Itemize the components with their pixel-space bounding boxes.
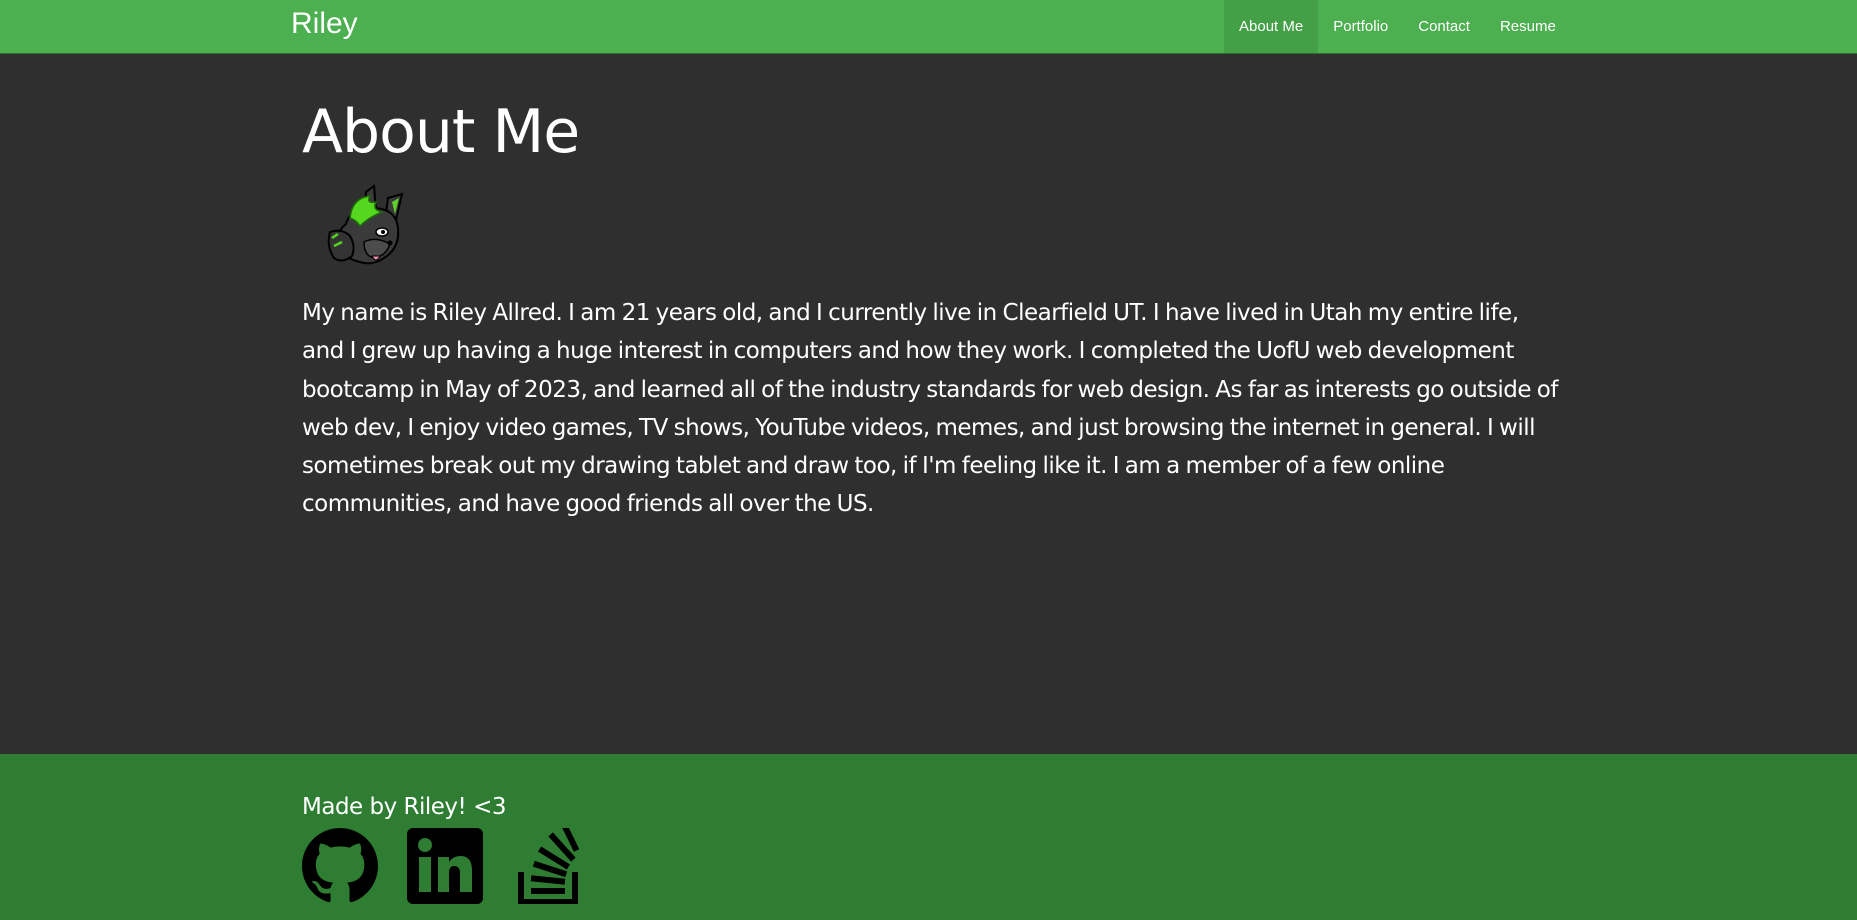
linkedin-icon[interactable]	[407, 828, 483, 904]
stackoverflow-icon[interactable]	[517, 828, 581, 904]
nav-portfolio[interactable]: Portfolio	[1318, 0, 1403, 53]
brand-link[interactable]: Riley	[291, 6, 358, 42]
page-title: About Me	[302, 97, 580, 167]
nav-links: About Me Portfolio Contact Resume	[1224, 0, 1571, 53]
bio-paragraph: My name is Riley Allred. I am 21 years o…	[302, 300, 1558, 518]
wolf-avatar-icon	[327, 184, 404, 265]
nav-resume[interactable]: Resume	[1485, 0, 1571, 53]
github-icon[interactable]	[302, 828, 378, 904]
nav-contact[interactable]: Contact	[1403, 0, 1485, 53]
footer-text: Made by Riley! <3	[302, 794, 506, 820]
navbar: Riley About Me Portfolio Contact Resume	[0, 0, 1857, 54]
footer: Made by Riley! <3	[0, 754, 1857, 920]
main-content: About Me My name is Riley Allred. I am 2…	[302, 90, 1562, 524]
nav-about-me[interactable]: About Me	[1224, 0, 1319, 53]
